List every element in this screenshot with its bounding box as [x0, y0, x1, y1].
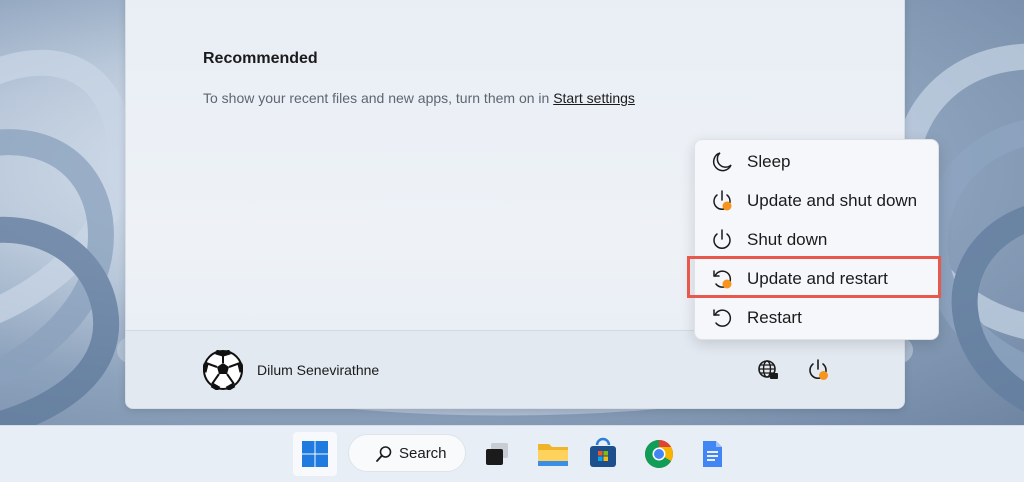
recommended-desc-text: To show your recent files and new apps, …: [203, 90, 554, 106]
microsoft-store-icon: [590, 437, 616, 467]
menu-item-label: Sleep: [747, 152, 791, 171]
power-update-icon: [809, 359, 828, 380]
start-button[interactable]: [293, 432, 337, 476]
menu-item-sleep[interactable]: Sleep: [695, 143, 938, 182]
moon-icon: [712, 152, 732, 172]
taskbar-search[interactable]: Search: [348, 434, 466, 472]
soccer-ball-icon: [201, 349, 245, 392]
menu-item-shut-down[interactable]: Shut down: [695, 221, 938, 260]
file-explorer-button[interactable]: [531, 432, 575, 476]
user-name[interactable]: Dilum Senevirathne: [257, 362, 379, 378]
start-settings-link[interactable]: Start settings: [553, 90, 635, 106]
task-view-button[interactable]: [476, 432, 520, 476]
chrome-icon: [645, 440, 673, 468]
search-icon: [376, 446, 392, 462]
power-icon: [713, 229, 731, 249]
menu-item-restart[interactable]: Restart: [695, 299, 938, 338]
highlight-annotation: [687, 256, 941, 298]
chrome-button[interactable]: [637, 432, 681, 476]
globe-icon[interactable]: [756, 358, 780, 382]
power-update-icon: [713, 190, 732, 211]
google-docs-button[interactable]: [690, 432, 734, 476]
power-button[interactable]: [806, 358, 830, 382]
menu-item-update-and-shut-down[interactable]: Update and shut down: [695, 182, 938, 221]
menu-item-label: Shut down: [747, 230, 828, 249]
start-menu-footer: Dilum Senevirathne: [126, 330, 904, 408]
task-view-icon: [486, 443, 508, 465]
google-docs-icon: [703, 441, 722, 467]
microsoft-store-button[interactable]: [581, 432, 625, 476]
menu-item-label: Update and shut down: [747, 191, 918, 210]
power-options-menu: Sleep Update and shut down Shut down Upd…: [694, 139, 939, 340]
menu-item-label: Restart: [747, 308, 802, 327]
taskbar: Search: [0, 425, 1024, 482]
user-avatar[interactable]: [201, 349, 245, 392]
restart-icon: [713, 309, 732, 327]
search-label: Search: [399, 445, 447, 462]
recommended-description: To show your recent files and new apps, …: [203, 90, 635, 106]
file-explorer-icon: [538, 444, 568, 466]
recommended-title: Recommended: [203, 50, 318, 67]
windows-start-icon: [302, 441, 328, 467]
